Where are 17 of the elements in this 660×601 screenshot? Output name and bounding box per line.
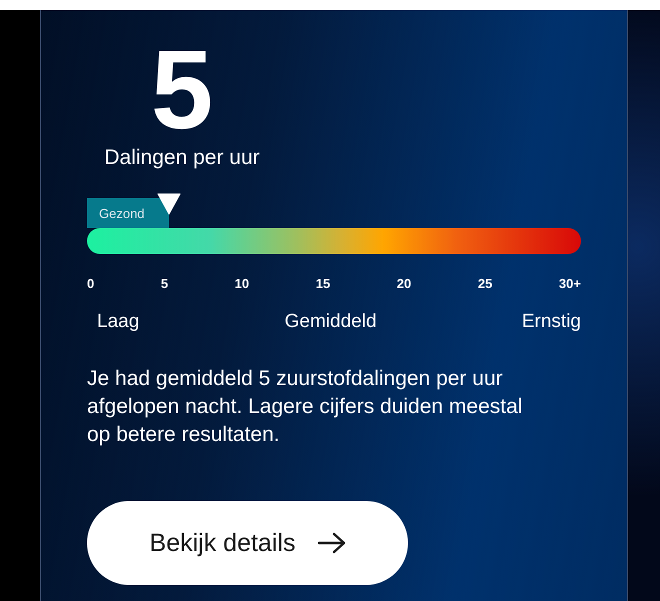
marker-icon	[157, 193, 182, 215]
description-text: Je had gemiddeld 5 zuurstofdalingen per uur afgelopen nacht. Lagere cijfers duiden meestal op betere resultaten.	[87, 366, 524, 448]
scale-tick-label: 20	[396, 276, 412, 291]
severity-label: Gemiddeld	[284, 311, 377, 333]
severity-label: Laag	[97, 311, 140, 333]
score-value: 5	[150, 34, 214, 146]
details-button[interactable]: Bekijk details	[87, 501, 408, 585]
zone-label: Gezond	[99, 206, 145, 220]
scale-tick-label: 5	[160, 276, 168, 291]
score-unit: Dalingen per uur	[104, 146, 260, 170]
scale-tick-label: 10	[234, 276, 250, 291]
scale-tick-label: 0	[87, 276, 94, 291]
scale-tick-label: 30+	[558, 276, 581, 291]
severity-label: Ernstig	[522, 311, 581, 333]
arrow-right-icon	[317, 532, 348, 554]
scale-tick-label: 25	[478, 276, 492, 291]
scale-tick-label: 15	[316, 276, 330, 291]
